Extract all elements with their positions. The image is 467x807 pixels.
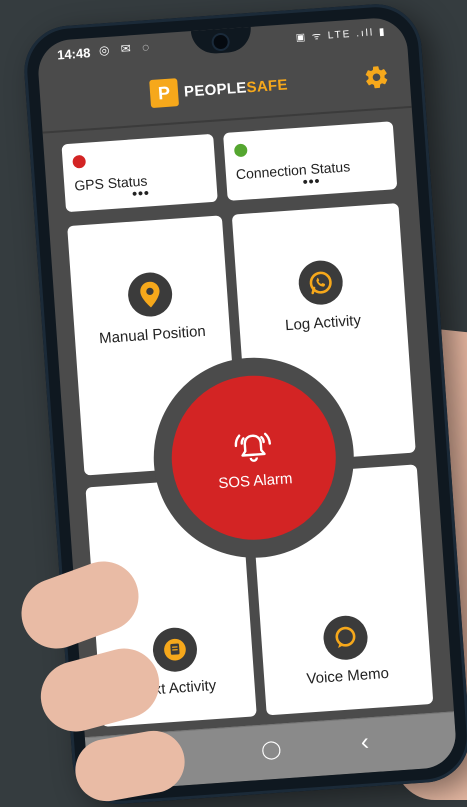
brand-name: PEOPLESAFE <box>183 75 289 101</box>
peoplesafe-logo: P PEOPLESAFE <box>149 70 289 109</box>
log-activity-label: Log Activity <box>284 311 362 335</box>
map-pin-icon <box>126 271 174 319</box>
connection-status-card[interactable]: Connection Status ••• <box>223 121 398 201</box>
map-pin-svg <box>139 281 160 308</box>
document-chat-svg <box>163 638 186 661</box>
settings-gear-svg <box>365 66 388 89</box>
notification-icons: ◎ ✉ ◌ <box>98 39 154 58</box>
sos-alarm-button[interactable]: SOS Alarm <box>166 370 342 546</box>
document-chat-icon <box>150 626 198 674</box>
gear-icon[interactable] <box>363 63 391 91</box>
speech-bubble-svg <box>335 626 355 649</box>
alarm-bell-icon <box>234 432 271 462</box>
connection-status-dot <box>233 143 248 158</box>
whatsapp-icon <box>296 259 344 307</box>
logo-mark-icon: P <box>149 78 180 109</box>
voice-memo-label: Voice Memo <box>305 664 390 688</box>
signal-battery-icons: ▣ ᯤ LTE .ıll ▮ <box>295 26 387 44</box>
status-time: 14:48 <box>56 45 91 63</box>
whatsapp-svg <box>309 271 332 295</box>
gps-status-card[interactable]: GPS Status ••• <box>61 133 218 213</box>
sos-alarm-label: SOS Alarm <box>217 469 293 492</box>
gps-status-dot <box>72 154 87 169</box>
manual-position-label: Manual Position <box>98 322 207 348</box>
back-button[interactable]: ‹ <box>360 728 370 756</box>
speech-bubble-icon <box>321 614 369 662</box>
home-button[interactable]: ◯ <box>260 739 282 761</box>
